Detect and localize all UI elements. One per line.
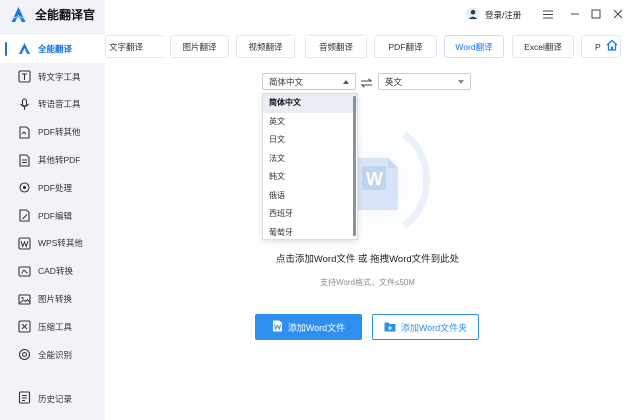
dropdown-scrollbar[interactable] <box>353 96 356 236</box>
sidebar-item-text-tools[interactable]: 转文字工具 <box>0 63 105 91</box>
sidebar-item-label: 转文字工具 <box>38 71 81 82</box>
recognize-icon <box>18 348 31 361</box>
app-logo-icon <box>10 6 27 23</box>
image-icon <box>18 293 31 306</box>
tool-tabs: 文字翻译 图片翻译 视频翻译 音频翻译 PDF翻译 Word翻译 Excel翻译… <box>105 35 630 59</box>
tab-audio-translate[interactable]: 音频翻译 <box>305 35 367 58</box>
sidebar-item-label: 全能识别 <box>38 349 73 360</box>
login-button[interactable]: 登录/注册 <box>466 7 521 23</box>
chevron-down-icon <box>458 80 464 84</box>
text-convert-icon <box>18 70 31 83</box>
history-label: 历史记录 <box>38 393 73 404</box>
language-option[interactable]: 葡萄牙 <box>263 224 357 240</box>
sidebar-item-all-translate[interactable]: 全能翻译 <box>0 35 105 63</box>
language-option[interactable]: 俄语 <box>263 187 357 206</box>
history-icon <box>18 391 31 406</box>
add-word-file-button[interactable]: 添加Word文件 <box>255 314 362 340</box>
sidebar-item-compress[interactable]: 压缩工具 <box>0 313 105 341</box>
sidebar-item-label: PDF处理 <box>38 182 73 193</box>
translate-logo-icon <box>18 42 31 55</box>
speech-icon <box>18 98 31 111</box>
to-pdf-icon <box>18 154 31 167</box>
tab-text-translate[interactable]: 文字翻译 <box>105 35 165 58</box>
compress-icon <box>18 320 31 333</box>
menu-icon[interactable] <box>542 8 554 20</box>
word-file-badge: W <box>366 169 383 189</box>
tab-image-translate[interactable]: 图片翻译 <box>170 35 229 58</box>
language-option[interactable]: 法文 <box>263 150 357 169</box>
swap-languages-icon[interactable] <box>360 78 373 88</box>
sidebar-item-label: PDF编辑 <box>38 210 73 221</box>
target-language-select[interactable]: 英文 <box>378 73 471 90</box>
close-icon[interactable] <box>612 8 624 20</box>
sidebar-item-label: WPS转其他 <box>38 238 83 249</box>
login-label: 登录/注册 <box>485 10 522 20</box>
word-doc-icon <box>272 320 283 334</box>
tab-video-translate[interactable]: 视频翻译 <box>236 35 295 58</box>
add-word-folder-label: 添加Word文件夹 <box>400 322 468 333</box>
sidebar-nav: 全能翻译 转文字工具 转语音工具 PDF转其他 其他转PDF PDF处理 PDF… <box>0 35 105 369</box>
add-word-file-label: 添加Word文件 <box>287 322 346 333</box>
source-language-dropdown: 简体中文 英文 日文 法文 韩文 俄语 西班牙 葡萄牙 <box>262 93 358 240</box>
sidebar-item-speech-tools[interactable]: 转语音工具 <box>0 91 105 119</box>
sidebar-item-recognize[interactable]: 全能识别 <box>0 341 105 369</box>
sidebar: 全能翻译官 全能翻译 转文字工具 转语音工具 PDF转其他 其他转PDF PDF… <box>0 0 105 420</box>
add-word-folder-button[interactable]: 添加Word文件夹 <box>372 314 479 340</box>
home-icon <box>606 39 618 53</box>
wps-icon <box>18 237 31 250</box>
home-button[interactable] <box>604 38 620 54</box>
source-language-select[interactable]: 简体中文 <box>262 73 356 90</box>
sidebar-item-history[interactable]: 历史记录 <box>0 385 105 412</box>
minimize-icon[interactable] <box>569 8 581 20</box>
upload-subhint: 支持Word格式，文件≤50M <box>320 278 415 287</box>
sidebar-item-label: CAD转换 <box>38 266 73 277</box>
app-logo: 全能翻译官 <box>10 6 95 23</box>
pdf-convert-icon <box>18 126 31 139</box>
sidebar-item-pdf-process[interactable]: PDF处理 <box>0 174 105 202</box>
language-option[interactable]: 简体中文 <box>263 94 357 113</box>
app-title: 全能翻译官 <box>35 8 96 22</box>
sidebar-item-cad[interactable]: CAD转换 <box>0 257 105 285</box>
sidebar-item-label: 全能翻译 <box>38 43 73 54</box>
language-option[interactable]: 西班牙 <box>263 205 357 224</box>
sidebar-item-label: 压缩工具 <box>38 321 73 332</box>
sidebar-item-label: 其他转PDF <box>38 155 81 166</box>
tab-pdf-translate[interactable]: PDF翻译 <box>374 35 437 58</box>
sidebar-item-label: 图片转换 <box>38 294 73 305</box>
sidebar-item-label: PDF转其他 <box>38 127 81 138</box>
sidebar-item-pdf-to-other[interactable]: PDF转其他 <box>0 118 105 146</box>
sidebar-item-image[interactable]: 图片转换 <box>0 285 105 313</box>
user-avatar-icon <box>466 7 480 23</box>
folder-add-icon <box>384 321 396 334</box>
source-language-value: 简体中文 <box>269 76 304 87</box>
target-language-value: 英文 <box>385 76 403 87</box>
sidebar-item-other-to-pdf[interactable]: 其他转PDF <box>0 146 105 174</box>
title-bar: 登录/注册 <box>105 0 630 30</box>
pdf-edit-icon <box>18 209 31 222</box>
tab-excel-translate[interactable]: Excel翻译 <box>512 35 574 58</box>
sidebar-item-wps-to-other[interactable]: WPS转其他 <box>0 230 105 258</box>
tab-word-translate[interactable]: Word翻译 <box>444 35 504 58</box>
upload-hint[interactable]: 点击添加Word文件 或 拖拽Word文件到此处 <box>105 251 630 265</box>
language-option[interactable]: 日文 <box>263 131 357 150</box>
language-option[interactable]: 英文 <box>263 113 357 132</box>
sidebar-item-pdf-edit[interactable]: PDF编辑 <box>0 202 105 230</box>
cad-icon <box>18 265 31 278</box>
maximize-icon[interactable] <box>590 8 602 20</box>
sidebar-item-label: 转语音工具 <box>38 99 81 110</box>
pdf-process-icon <box>18 181 31 194</box>
chevron-up-icon <box>343 80 349 84</box>
main-panel: 登录/注册 文字翻译 图片翻译 视频翻译 音频翻译 PDF翻译 Word翻译 E… <box>105 0 630 420</box>
language-option[interactable]: 韩文 <box>263 168 357 187</box>
